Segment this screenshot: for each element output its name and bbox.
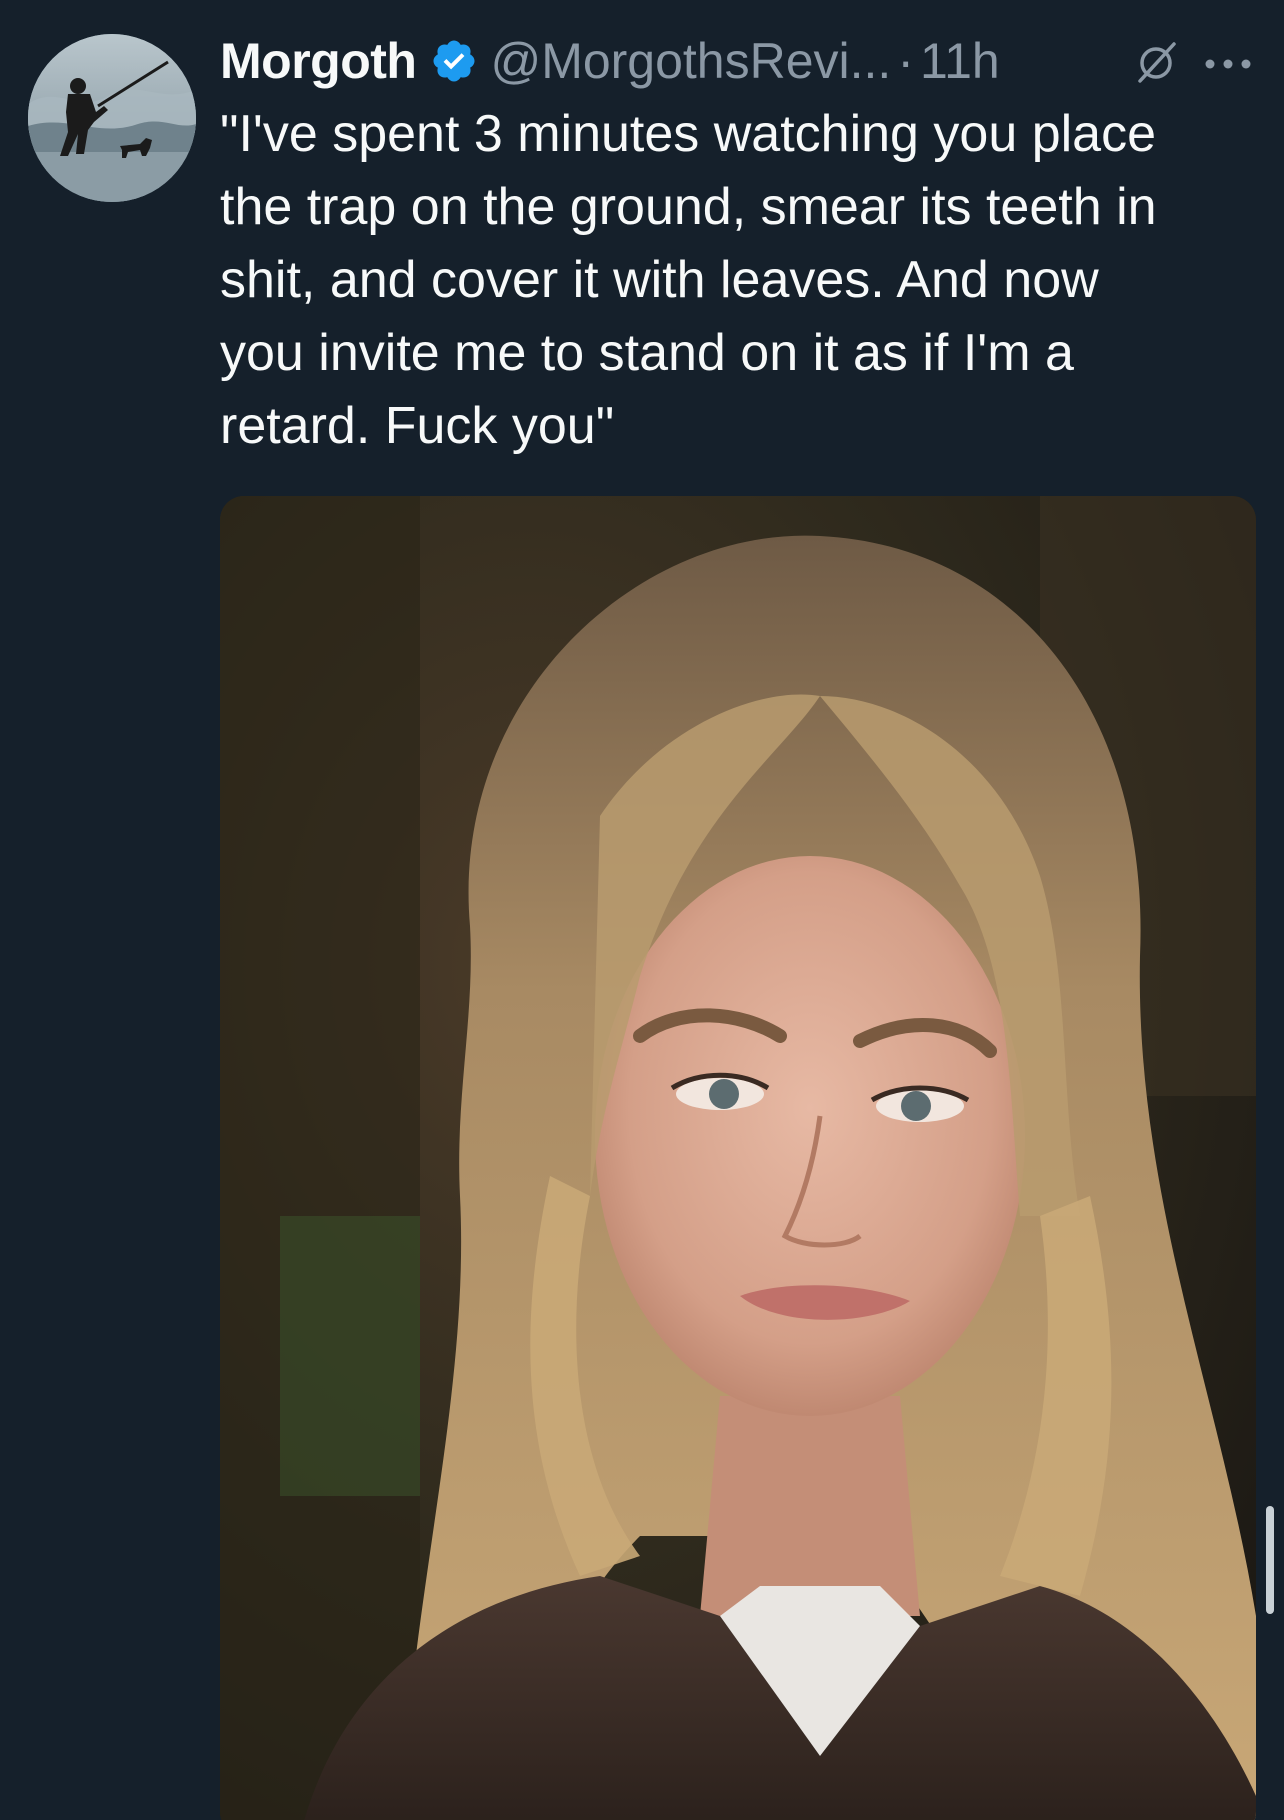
tweet-text-line: shit, and cover it with leaves. And now	[220, 251, 1099, 309]
tweet-text-line: "I've spent 3 minutes watching you place	[220, 105, 1157, 163]
more-options-icon[interactable]	[1200, 56, 1256, 72]
photo-of-woman-with-long-blonde-hair-icon	[220, 496, 1256, 1820]
scrollbar[interactable]	[1266, 1506, 1274, 1614]
tweet-media-photo[interactable]	[220, 496, 1256, 1820]
tweet-card: Morgoth @MorgothsRevi... · 11h "I've spe…	[0, 0, 1284, 1820]
fisherman-with-dog-avatar-icon	[28, 34, 196, 202]
tweet-text: "I've spent 3 minutes watching you place…	[220, 98, 1260, 463]
tweet-header: Morgoth @MorgothsRevi... · 11h	[220, 26, 1000, 96]
verified-badge-icon	[433, 40, 475, 82]
author-display-name[interactable]: Morgoth	[220, 26, 417, 96]
mute-icon[interactable]	[1130, 36, 1182, 88]
header-separator: ·	[897, 33, 914, 89]
tweet-text-line: the trap on the ground, smear its teeth …	[220, 178, 1157, 236]
tweet-text-line: you invite me to stand on it as if I'm a	[220, 324, 1074, 382]
author-avatar[interactable]	[28, 34, 196, 202]
author-handle[interactable]: @MorgothsRevi...	[490, 26, 891, 96]
tweet-text-line: retard. Fuck you"	[220, 397, 615, 455]
tweet-timestamp[interactable]: 11h	[920, 26, 1000, 96]
